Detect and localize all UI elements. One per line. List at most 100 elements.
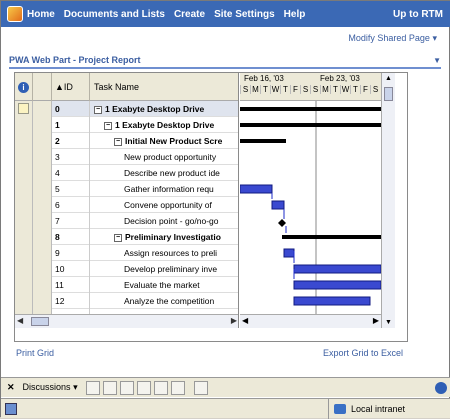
day-label: T	[280, 85, 290, 94]
task-row[interactable]: 0−1 Exabyte Desktop Drive	[15, 101, 238, 117]
task-row[interactable]: 1 −1 Exabyte Desktop Drive	[15, 117, 238, 133]
task-row[interactable]: 3 New product opportunity	[15, 149, 238, 165]
gantt-scroll-right-icon[interactable]: ▶	[373, 316, 379, 325]
collapse-toggle-icon[interactable]: −	[114, 137, 122, 146]
task-row[interactable]: 4 Describe new product ide	[15, 165, 238, 181]
indicator-column-header[interactable]	[33, 73, 52, 101]
task-name-label: 1 Exabyte Desktop Drive	[115, 120, 215, 130]
task-id: 0	[52, 101, 90, 117]
info-column-header[interactable]: i	[15, 73, 33, 101]
row-info-cell	[15, 277, 33, 293]
row-indicator-cell	[33, 277, 52, 293]
task-row[interactable]: 11 Evaluate the market	[15, 277, 238, 293]
task-name-label: Describe new product ide	[124, 168, 220, 178]
task-row[interactable]: 10 Develop preliminary inve	[15, 261, 238, 277]
collapse-all-icon[interactable]	[119, 380, 134, 395]
gantt-vscrollbar[interactable]: ▲ ▼	[381, 73, 395, 328]
task-id: 5	[52, 181, 90, 197]
day-label: M	[250, 85, 260, 94]
row-indicator-cell	[33, 245, 52, 261]
vscroll-thumb[interactable]	[384, 87, 393, 101]
scroll-thumb[interactable]	[31, 317, 49, 326]
day-label: W	[340, 85, 350, 94]
day-label: T	[330, 85, 340, 94]
show-general-icon[interactable]	[136, 380, 151, 395]
collapse-toggle-icon[interactable]: −	[104, 121, 112, 130]
help-icon[interactable]	[435, 381, 447, 394]
day-label: T	[260, 85, 270, 94]
print-grid-link[interactable]: Print Grid	[16, 348, 54, 358]
day-label: W	[270, 85, 280, 94]
task-name-label: Analyze the competition	[124, 296, 215, 306]
previous-icon[interactable]	[153, 380, 168, 395]
id-column-header[interactable]: ▲ ID	[52, 73, 90, 101]
day-label: S	[240, 85, 250, 94]
nav-up-to-rtm[interactable]: Up to RTM	[393, 9, 443, 20]
summary-bar	[282, 235, 381, 239]
webpart-menu-arrow-icon[interactable]: ▼	[433, 56, 441, 65]
scroll-down-icon[interactable]: ▼	[385, 319, 392, 326]
modify-shared-page-link[interactable]: Modify Shared Page ▾	[348, 33, 437, 44]
task-row[interactable]: 6 Convene opportunity of	[15, 197, 238, 213]
task-name: − Initial New Product Scre	[90, 133, 238, 149]
export-grid-link[interactable]: Export Grid to Excel	[323, 348, 403, 358]
row-indicator-cell	[33, 101, 52, 117]
nav-help[interactable]: Help	[284, 9, 306, 20]
row-indicator-cell	[33, 117, 52, 133]
collapse-toggle-icon[interactable]: −	[94, 105, 102, 114]
collapse-toggle-icon[interactable]: −	[114, 233, 122, 242]
task-id: 1	[52, 117, 90, 133]
row-indicator-cell	[33, 149, 52, 165]
row-indicator-cell	[33, 133, 52, 149]
notes-icon	[18, 103, 29, 114]
discussions-button[interactable]: Discussions ▾	[23, 382, 78, 393]
week-label-1: Feb 16, '03	[244, 74, 284, 83]
task-name: Develop preliminary inve	[90, 261, 238, 277]
task-id: 4	[52, 165, 90, 181]
discussions-label: Discussions	[22, 382, 71, 392]
row-indicator-cell	[33, 197, 52, 213]
task-name: Convene opportunity of	[90, 197, 238, 213]
row-indicator-cell	[33, 181, 52, 197]
nav-site-settings[interactable]: Site Settings	[214, 9, 275, 20]
task-bar	[293, 280, 381, 290]
row-indicator-cell	[33, 293, 52, 309]
task-row[interactable]: 12 Analyze the competition	[15, 293, 238, 309]
task-name-label: Assign resources to preli	[124, 248, 218, 258]
nav-create[interactable]: Create	[174, 9, 205, 20]
id-header-label: ID	[63, 82, 73, 92]
nav-home[interactable]: Home	[27, 9, 55, 20]
task-bar	[293, 264, 381, 274]
task-name-label: Convene opportunity of	[124, 200, 212, 210]
task-row[interactable]: 2− Initial New Product Scre	[15, 133, 238, 149]
gantt-scroll-left-icon[interactable]: ◀	[242, 316, 248, 325]
task-row[interactable]: 8− Preliminary Investigatio	[15, 229, 238, 245]
row-info-cell	[15, 117, 33, 133]
nav-documents-and-lists[interactable]: Documents and Lists	[64, 9, 165, 20]
task-row[interactable]: 7 Decision point - go/no-go	[15, 213, 238, 229]
scroll-up-icon[interactable]: ▲	[385, 75, 392, 82]
scroll-right-icon[interactable]: ▶	[231, 316, 237, 325]
row-info-cell	[15, 245, 33, 261]
close-toolbar-icon[interactable]: ✕	[7, 382, 15, 393]
task-id: 2	[52, 133, 90, 149]
task-row[interactable]: 9 Assign resources to preli	[15, 245, 238, 261]
task-name: −1 Exabyte Desktop Drive	[90, 101, 238, 117]
next-icon[interactable]	[170, 380, 185, 395]
scroll-left-icon[interactable]: ◀	[17, 316, 23, 325]
task-row[interactable]: 5 Gather information requ	[15, 181, 238, 197]
insert-discussion-icon[interactable]	[85, 380, 100, 395]
gantt-bars	[240, 101, 381, 328]
task-name-column-header[interactable]: Task Name	[90, 73, 238, 101]
task-id: 7	[52, 213, 90, 229]
summary-bar	[240, 123, 381, 127]
task-name-header-label: Task Name	[94, 82, 140, 92]
top-navigation: Home Documents and Lists Create Site Set…	[1, 1, 450, 27]
task-name: Describe new product ide	[90, 165, 238, 181]
expand-all-icon[interactable]	[102, 380, 117, 395]
task-name-label: 1 Exabyte Desktop Drive	[105, 104, 205, 114]
task-table-hscrollbar[interactable]: ◀ ▶	[15, 314, 238, 328]
show-discussion-pane-icon[interactable]	[193, 380, 208, 395]
day-label: M	[320, 85, 330, 94]
gantt-hscrollbar[interactable]: ◀ ▶	[240, 314, 381, 328]
